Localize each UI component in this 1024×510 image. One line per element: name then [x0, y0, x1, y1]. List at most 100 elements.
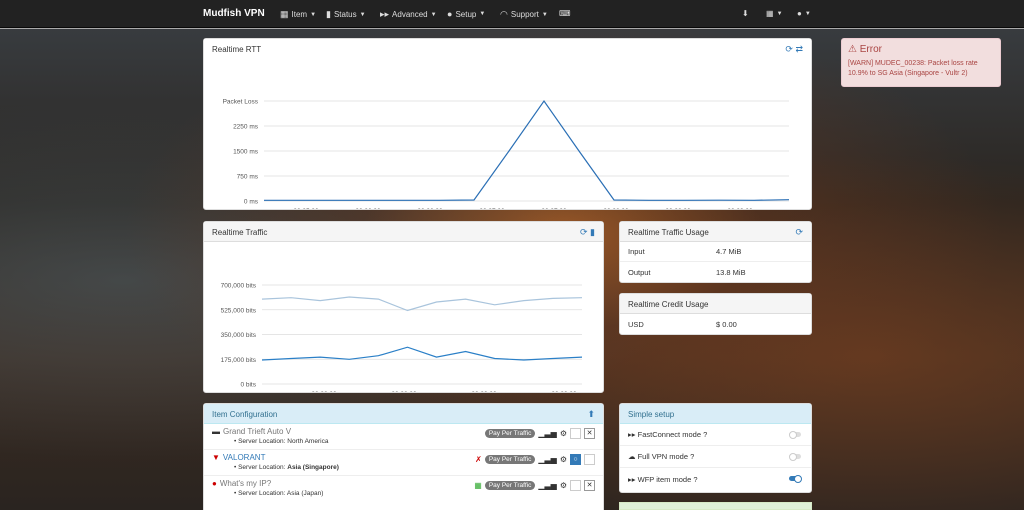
- y-tick-label: 175,000 bits: [221, 357, 257, 364]
- credit-usage-title: Realtime Credit Usage: [628, 300, 709, 309]
- item-row[interactable]: ▼ VALORANT • Server Location: Asia (Singa…: [204, 450, 603, 476]
- disconnect-icon: ✗: [475, 455, 482, 464]
- x-tick-label: 22:29:30: [551, 391, 577, 392]
- item-controls: ▦ Pay Per Traffic ▁▃▅ ⚙ ✕: [474, 480, 595, 491]
- signal-icon: ▁▃▅: [538, 429, 557, 438]
- item-location: • Server Location: Asia (Japan): [234, 490, 324, 497]
- setup-row-full-vpn: ☁ Full VPN mode ?: [620, 446, 811, 468]
- traffic-usage-title: Realtime Traffic Usage: [628, 228, 709, 237]
- item-location: • Server Location: North America: [234, 438, 329, 445]
- usage-row-output: Output 13.8 MiB: [628, 267, 746, 277]
- wfp-toggle[interactable]: [789, 474, 802, 483]
- grid-icon[interactable]: ▦ ▼: [766, 9, 783, 18]
- nav-item-advanced[interactable]: ▸▸ Advanced ▼: [380, 9, 437, 20]
- next-panel-edge: [619, 502, 812, 510]
- usage-row-input: Input 4.7 MiB: [620, 242, 811, 262]
- x-tick-label: 22:26:30: [417, 208, 443, 209]
- setup-row-wfp: ▸▸ WFP item mode ?: [620, 468, 811, 490]
- item-config-title: Item Configuration: [212, 410, 278, 419]
- user-icon: ●: [447, 9, 453, 19]
- power-toggle-off[interactable]: [570, 428, 581, 439]
- x-tick-label: 22:27:00: [479, 208, 505, 209]
- nav-item-status[interactable]: ▮ Status ▼: [326, 9, 366, 20]
- series-line: [261, 346, 583, 361]
- item-checkbox[interactable]: [584, 454, 595, 465]
- y-tick-label: 750 ms: [237, 174, 259, 181]
- series-line: [264, 99, 790, 201]
- traffic-chart: 700,000 bits 525,000 bits 350,000 bits 175,…: [221, 283, 583, 398]
- item-checkbox[interactable]: ✕: [584, 428, 595, 439]
- item-row[interactable]: ● What's my IP? • Server Location: Asia (…: [204, 476, 603, 502]
- credit-usage-heading: Realtime Credit Usage: [620, 294, 811, 314]
- x-tick-label: 22:29:00: [727, 208, 753, 209]
- y-tick-label: 350,000 bits: [221, 332, 257, 339]
- question-icon[interactable]: ?: [690, 452, 694, 461]
- power-toggle-off[interactable]: [570, 480, 581, 491]
- valorant-icon: ▼: [212, 453, 220, 462]
- y-tick-label: 0 bits: [240, 382, 256, 389]
- refresh-icon[interactable]: ⟳ ▮: [580, 227, 595, 238]
- x-tick-label: 22:28:00: [603, 208, 629, 209]
- forward-icon: ▸▸: [628, 474, 636, 484]
- nav-item-setup[interactable]: ● Setup ▼: [447, 9, 485, 19]
- item-controls: ✗ Pay Per Traffic ▁▃▅ ⚙ ○: [475, 454, 595, 465]
- fastconnect-toggle[interactable]: [789, 430, 801, 439]
- traffic-title: Realtime Traffic: [212, 228, 268, 237]
- brand-logo[interactable]: Mudfish VPN: [203, 8, 265, 19]
- full-vpn-toggle[interactable]: [789, 452, 801, 461]
- pay-per-traffic-badge: Pay Per Traffic: [484, 429, 536, 438]
- item-checkbox[interactable]: ✕: [584, 480, 595, 491]
- traffic-usage-panel: Realtime Traffic Usage ⟳ Input 4.7 MiB Ou…: [619, 221, 812, 283]
- traffic-usage-heading: Realtime Traffic Usage ⟳: [620, 222, 811, 242]
- x-tick-label: 22:28:30: [391, 391, 417, 392]
- power-toggle-on[interactable]: ○: [570, 454, 581, 465]
- map-marker-icon: ●: [212, 479, 217, 488]
- x-tick-label: 22:29:00: [471, 391, 497, 392]
- credit-usage-panel: Realtime Credit Usage USD $ 0.00: [619, 293, 812, 335]
- simple-setup-heading: Simple setup: [620, 404, 811, 424]
- nav-item-support[interactable]: ◠ Support ▼: [500, 9, 548, 20]
- gear-icon[interactable]: ⚙: [560, 429, 567, 438]
- signal-icon: ▁▃▅: [538, 455, 557, 464]
- x-tick-label: 22:27:30: [541, 208, 567, 209]
- headset-icon: ◠: [500, 9, 508, 19]
- item-config-heading: Item Configuration ⬆: [204, 404, 603, 424]
- error-alert: ⚠ Error [WARN] MUDEC_00238: Packet loss …: [841, 38, 1001, 87]
- top-navbar: Mudfish VPN ▦ Item ▼ ▮ Status ▼ ▸▸ Advanced ▼ …: [0, 0, 1024, 28]
- refresh-icon[interactable]: ⟳ ⇄: [785, 44, 803, 55]
- traffic-panel-heading: Realtime Traffic ⟳ ▮: [204, 222, 603, 242]
- item-controls: Pay Per Traffic ▁▃▅ ⚙ ✕: [484, 428, 595, 439]
- y-tick-label: 525,000 bits: [221, 307, 257, 314]
- y-tick-label: 1500 ms: [233, 149, 259, 156]
- refresh-icon[interactable]: ⟳: [795, 227, 803, 238]
- cloud-icon: ☁: [628, 452, 636, 461]
- warning-icon: ⚠: [848, 44, 857, 55]
- alert-title: Error: [859, 44, 882, 55]
- simple-setup-panel: Simple setup ▸▸ FastConnect mode ? ☁ Ful…: [619, 403, 812, 493]
- game-icon: ▬: [212, 427, 220, 436]
- x-tick-label: 22:26:00: [355, 208, 381, 209]
- signal-icon: ▁▃▅: [538, 481, 557, 490]
- item-config-panel: Item Configuration ⬆ ▬ Grand Trieft Auto …: [203, 403, 604, 510]
- item-row[interactable]: ▬ Grand Trieft Auto V • Server Location: …: [204, 424, 603, 450]
- navbar-divider: [0, 28, 1024, 29]
- account-menu-icon[interactable]: ● ▼: [797, 9, 811, 18]
- arrow-up-circle-icon[interactable]: ⬆: [587, 409, 595, 420]
- x-tick-label: 22:25:30: [293, 208, 319, 209]
- gear-icon[interactable]: ⚙: [560, 481, 567, 490]
- keyboard-icon[interactable]: ⌨: [559, 9, 571, 18]
- gear-icon[interactable]: ⚙: [560, 455, 567, 464]
- y-tick-label: 700,000 bits: [221, 283, 257, 290]
- rtt-chart: Packet Loss 2250 ms 1500 ms 750 ms 0 ms 22:25…: [223, 99, 790, 215]
- nav-item-item[interactable]: ▦ Item ▼: [280, 9, 316, 20]
- th-icon: ▦: [280, 9, 289, 19]
- x-tick-label: 22:28:30: [665, 208, 691, 209]
- rtt-panel: Realtime RTT ⟳ ⇄ Packet Loss 2250 ms 1500 …: [203, 38, 812, 215]
- series-line: [261, 296, 583, 312]
- alert-message: [WARN] MUDEC_00238: Packet loss rate 10.…: [848, 60, 978, 77]
- question-icon[interactable]: ?: [703, 430, 707, 439]
- question-icon[interactable]: ?: [693, 475, 697, 484]
- download-icon[interactable]: ⬇: [742, 9, 749, 18]
- item-location: • Server Location: Asia (Singapore): [234, 464, 339, 471]
- bar-chart-icon: ▮: [326, 9, 331, 19]
